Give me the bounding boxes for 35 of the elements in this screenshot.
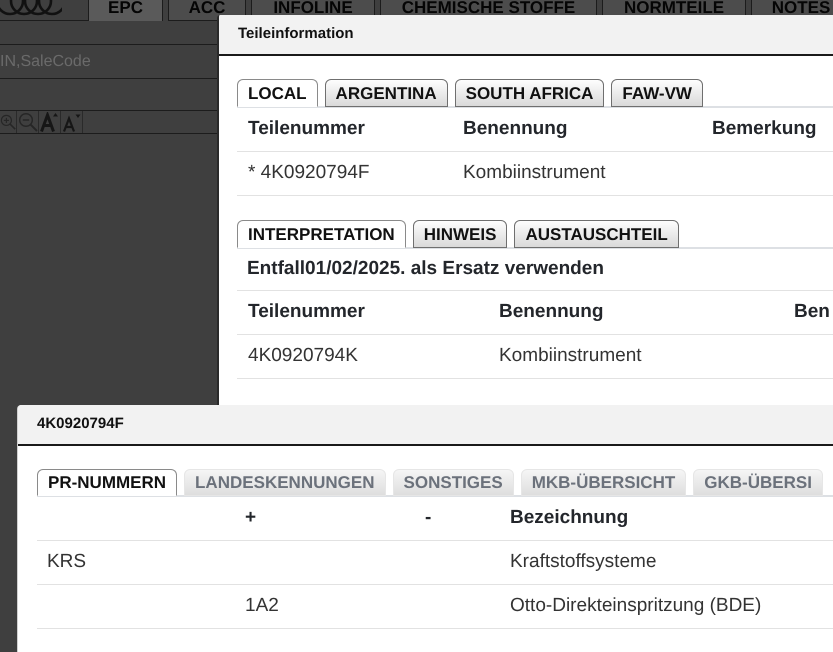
column-header: Teilenummer bbox=[248, 301, 365, 322]
table-cell: 4K0920794K bbox=[248, 345, 358, 366]
tab[interactable]: PR-NUMMERN bbox=[37, 469, 178, 496]
tab[interactable]: AUSTAUSCHTEIL bbox=[514, 220, 679, 248]
column-header: - bbox=[425, 507, 432, 528]
table-cell: 1A2 bbox=[245, 595, 279, 616]
column-header: Bemerkung bbox=[712, 118, 817, 140]
tab[interactable]: HINWEIS bbox=[412, 220, 508, 248]
column-header: + bbox=[245, 507, 256, 528]
app-tab[interactable]: EPC bbox=[88, 0, 163, 21]
column-header: Teilenummer bbox=[248, 118, 365, 140]
app-tab[interactable]: ACC bbox=[168, 0, 246, 21]
dialog-title: Teileinformation bbox=[238, 24, 354, 44]
table-cell: Kombiinstrument bbox=[463, 162, 606, 184]
zoom-out-icon[interactable] bbox=[18, 112, 38, 132]
column-header: Benennung bbox=[463, 118, 568, 140]
font-size-decrease-icon[interactable] bbox=[62, 112, 82, 132]
column-header: Bezeichnung bbox=[510, 507, 628, 528]
column-header: Benennung bbox=[499, 301, 604, 322]
table-cell: Kombiinstrument bbox=[499, 345, 642, 366]
tab[interactable]: SOUTH AFRICA bbox=[454, 79, 604, 107]
note-text: Entfall01/02/2025. als Ersatz verwenden bbox=[247, 257, 604, 282]
tab[interactable]: FAW-VW bbox=[611, 79, 703, 107]
tab[interactable]: LOCAL bbox=[237, 79, 318, 107]
zoom-in-icon[interactable] bbox=[0, 112, 16, 132]
table-cell: * 4K0920794F bbox=[248, 162, 370, 184]
column-header: Ben bbox=[794, 301, 830, 322]
rings-logo-icon bbox=[0, 0, 62, 16]
font-size-increase-icon[interactable] bbox=[40, 112, 60, 132]
dialog-title: 4K0920794F bbox=[37, 414, 124, 434]
table-cell: KRS bbox=[47, 551, 86, 572]
tab[interactable]: ARGENTINA bbox=[324, 79, 448, 107]
table-cell: Kraftstoffsysteme bbox=[510, 551, 656, 572]
table-cell: Otto-Direkteinspritzung (BDE) bbox=[510, 595, 762, 616]
tab[interactable]: INTERPRETATION bbox=[237, 220, 406, 248]
